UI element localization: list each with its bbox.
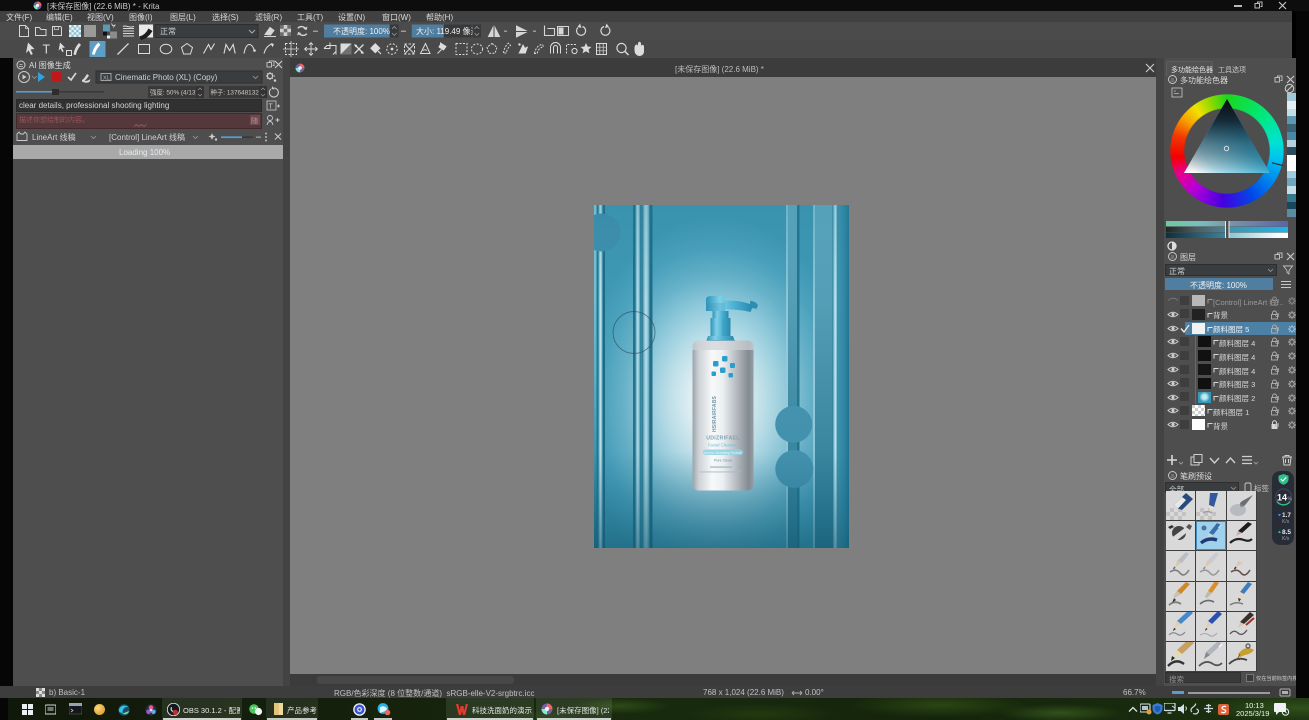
svg-text:Amino Cleansing Texture: Amino Cleansing Texture xyxy=(704,451,742,455)
svg-text:T: T xyxy=(43,43,51,57)
svg-text:8.5: 8.5 xyxy=(1282,529,1291,536)
svg-text:大小: 119.49 像素: 大小: 119.49 像素 xyxy=(416,26,479,36)
svg-text:14: 14 xyxy=(1277,493,1287,503)
svg-text:K/s: K/s xyxy=(1282,519,1290,525)
svg-text:正常: 正常 xyxy=(160,27,176,36)
svg-text:UDIZRIFAEL: UDIZRIFAEL xyxy=(706,436,740,442)
svg-text:%: % xyxy=(1288,497,1293,503)
svg-text:K/s: K/s xyxy=(1282,536,1290,542)
svg-text:LineArt 线稿: LineArt 线稿 xyxy=(32,132,76,142)
svg-text:种子: 137648132: 种子: 137648132 xyxy=(211,88,260,97)
svg-text:1.7: 1.7 xyxy=(1282,512,1291,519)
svg-text:Facial Cleanser: Facial Cleanser xyxy=(708,443,739,448)
svg-text:Pore Clean: Pore Clean xyxy=(714,459,732,463)
svg-text:不透明度: 100%: 不透明度: 100% xyxy=(333,26,390,36)
svg-text:HSIRAIRFABS: HSIRAIRFABS xyxy=(712,395,718,432)
svg-text:T: T xyxy=(269,104,274,111)
svg-text:XL: XL xyxy=(103,76,110,82)
svg-text:强度: 50% (4/13): 强度: 50% (4/13) xyxy=(150,88,198,97)
svg-text:Cinematic Photo (XL) (Copy): Cinematic Photo (XL) (Copy) xyxy=(115,73,218,82)
svg-text:[Control] LineArt 线稿: [Control] LineArt 线稿 xyxy=(109,132,185,142)
